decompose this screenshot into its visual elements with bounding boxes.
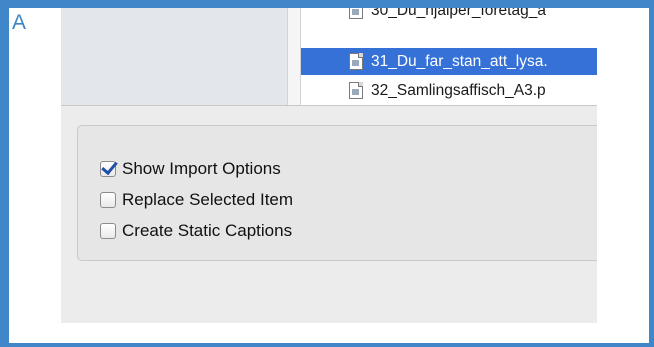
document-icon (349, 82, 363, 99)
file-name: 30_Du_hjalper_foretag_a (371, 8, 546, 19)
create-static-captions-label: Create Static Captions (122, 221, 293, 240)
file-row-selected[interactable]: 31_Du_far_stan_att_lysa. (301, 48, 597, 75)
create-static-captions-option[interactable]: Create Static Captions (100, 220, 292, 242)
file-name: 31_Du_far_stan_att_lysa. (371, 52, 548, 70)
options-panel: Show Import Options Replace Selected Ite… (61, 105, 597, 323)
show-import-options-label: Show Import Options (122, 159, 281, 178)
replace-selected-item-checkbox[interactable] (100, 192, 116, 208)
file-row[interactable]: 30_Du_hjalper_foretag_a (301, 8, 597, 24)
frame-top-border (0, 0, 654, 8)
create-static-captions-checkbox[interactable] (100, 223, 116, 239)
file-list: 30_Du_hjalper_foretag_a 31_Du_far_stan_a… (301, 8, 597, 105)
document-icon (349, 53, 363, 70)
frame-right-border (649, 0, 654, 347)
pane-divider[interactable] (287, 8, 301, 105)
figure-letter: A (12, 11, 27, 34)
document-icon (349, 8, 363, 19)
file-name: 32_Samlingsaffisch_A3.p (371, 81, 546, 99)
frame-left-border (0, 0, 9, 347)
frame-bottom-border (0, 343, 654, 347)
replace-selected-item-label: Replace Selected Item (122, 190, 294, 209)
file-row[interactable]: 32_Samlingsaffisch_A3.p (301, 77, 597, 104)
replace-selected-item-option[interactable]: Replace Selected Item (100, 189, 293, 211)
import-dialog: 30_Du_hjalper_foretag_a 31_Du_far_stan_a… (61, 8, 597, 323)
show-import-options-checkbox[interactable] (100, 161, 116, 177)
sidebar (61, 8, 287, 105)
import-options-group: Show Import Options Replace Selected Ite… (77, 125, 597, 261)
show-import-options-option[interactable]: Show Import Options (100, 158, 281, 180)
